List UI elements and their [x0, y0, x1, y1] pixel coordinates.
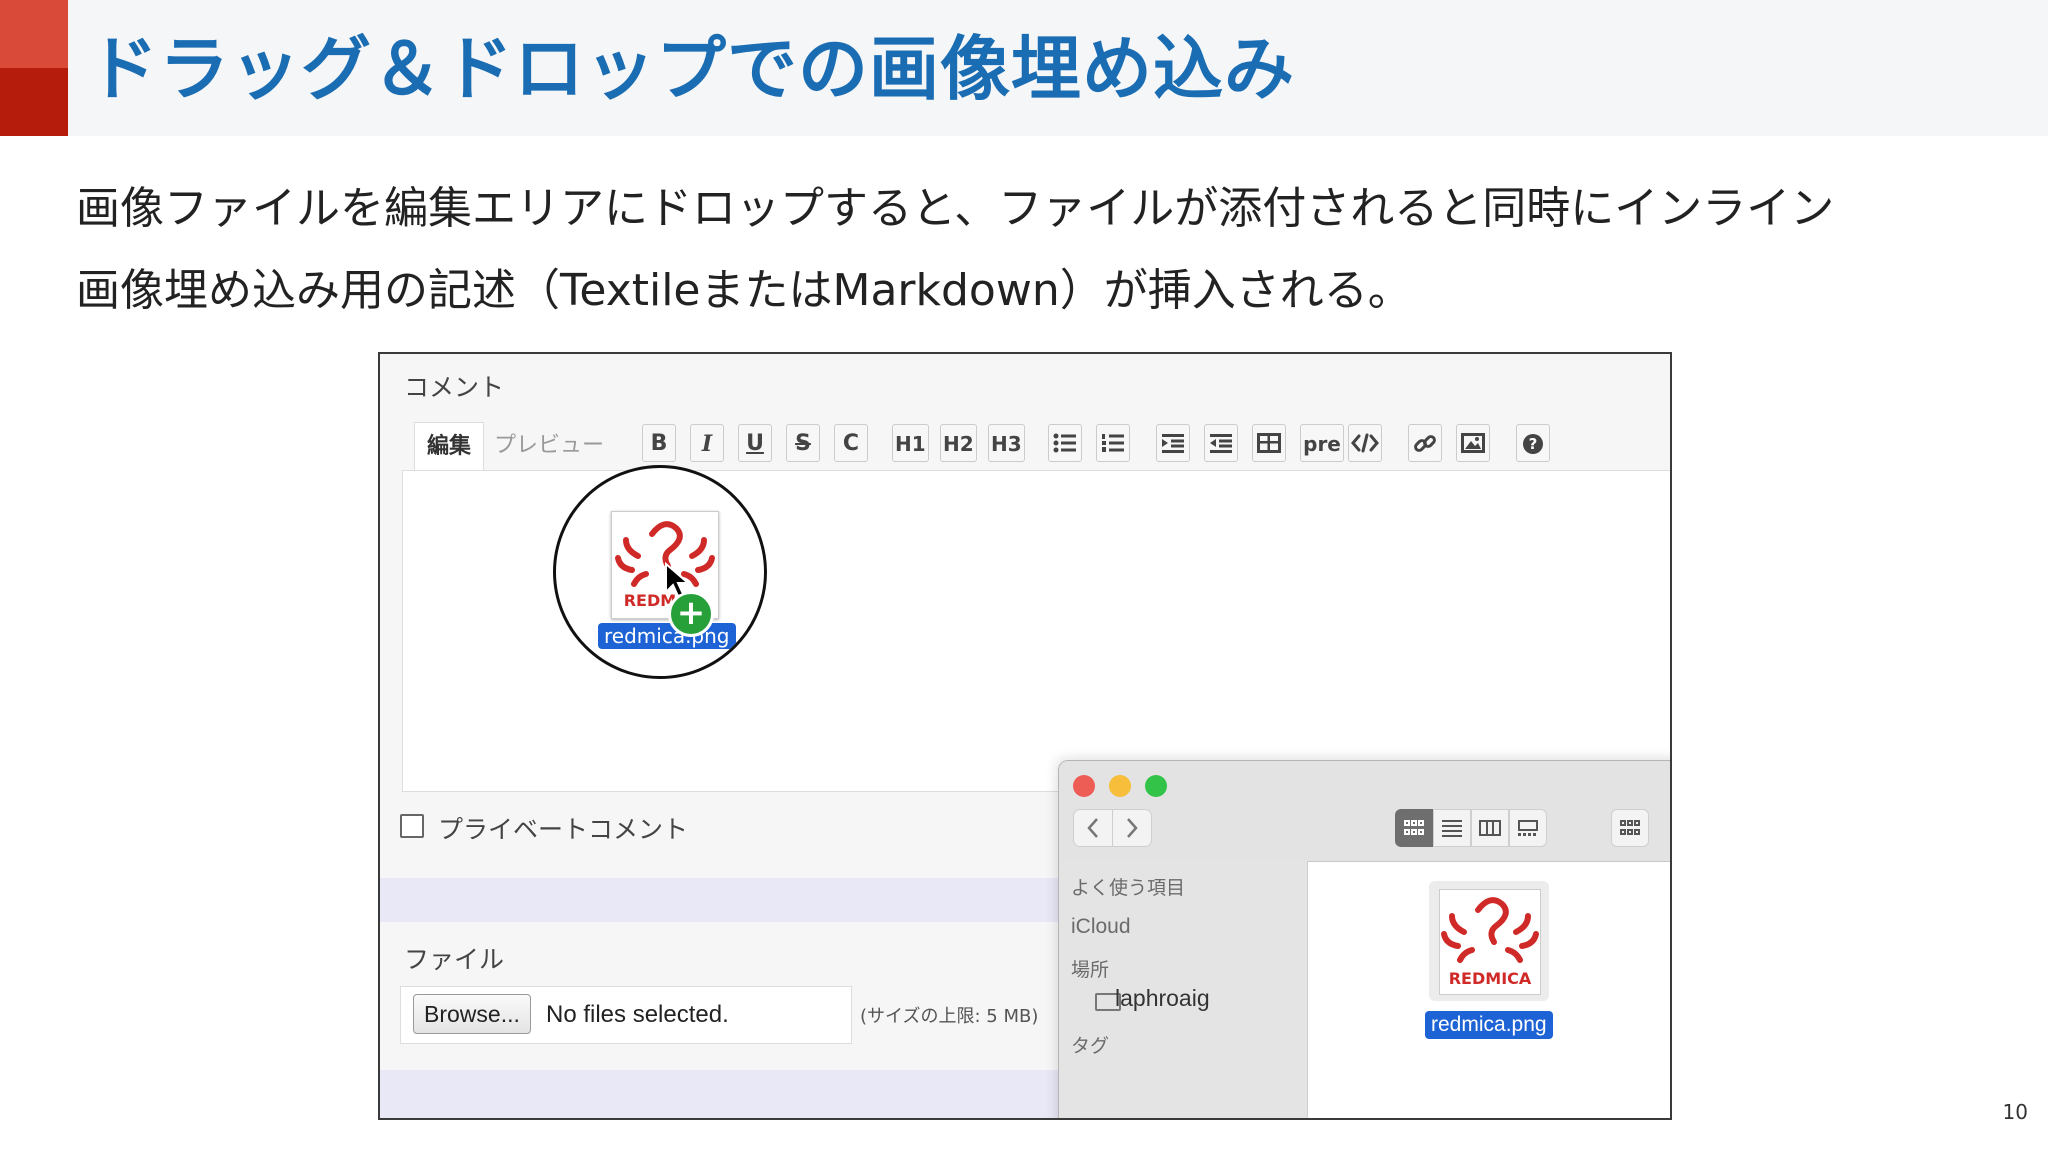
- h1-button[interactable]: H1: [892, 424, 929, 462]
- finder-window: よく使う項目 iCloud 場所 laphroaig タグ REDMICA re…: [1058, 760, 1670, 1118]
- code-block-icon: [1351, 433, 1379, 453]
- tab-edit[interactable]: 編集: [414, 422, 485, 471]
- back-button[interactable]: [1073, 809, 1113, 847]
- code-block-button[interactable]: [1348, 424, 1382, 462]
- slide-title: ドラッグ＆ドロップでの画像埋め込み: [88, 28, 1295, 110]
- image-button[interactable]: [1456, 424, 1490, 462]
- sidebar-tags-heading: タグ: [1071, 1035, 1110, 1057]
- link-button[interactable]: [1408, 424, 1442, 462]
- file-label: ファイル: [404, 945, 505, 974]
- close-window-button[interactable]: [1073, 775, 1095, 797]
- browse-button[interactable]: Browse...: [413, 994, 531, 1034]
- finder-toolbar: [1059, 761, 1670, 862]
- minimize-window-button[interactable]: [1109, 775, 1131, 797]
- file-input: Browse... No files selected.: [400, 986, 852, 1044]
- table-icon: [1257, 433, 1281, 453]
- finder-sidebar: よく使う項目 iCloud 場所 laphroaig タグ: [1059, 861, 1308, 1118]
- body-line-1: 画像ファイルを編集エリアにドロップすると、ファイルが添付されると同時にインライン: [76, 183, 1835, 234]
- underline-button[interactable]: U: [738, 424, 772, 462]
- slide-body: 画像ファイルを編集エリアにドロップすると、ファイルが添付されると同時にインライン…: [76, 168, 2016, 332]
- private-comment-label: プライベートコメント: [438, 815, 689, 844]
- list-view-button[interactable]: [1433, 809, 1471, 847]
- column-view-icon: [1479, 820, 1501, 836]
- redmine-screenshot: コメント 編集 プレビュー B I U S C H1 H2 H3 pre ? R…: [378, 352, 1672, 1120]
- page-number: 10: [2002, 1100, 2028, 1124]
- sidebar-locations-heading: 場所: [1071, 959, 1110, 981]
- group-view-button[interactable]: [1611, 809, 1649, 847]
- help-button[interactable]: ?: [1516, 424, 1550, 462]
- size-limit-text: (サイズの上限: 5 MB): [860, 1006, 1039, 1027]
- mouse-cursor-icon: [665, 562, 690, 598]
- indent-icon: [1162, 434, 1184, 453]
- strikethrough-button[interactable]: S: [786, 424, 820, 462]
- chevron-left-icon: [1087, 818, 1098, 838]
- unordered-list-button[interactable]: [1048, 424, 1082, 462]
- file-thumb-text: REDMICA: [1449, 969, 1532, 988]
- unordered-list-icon: [1053, 433, 1076, 453]
- sidebar-item-laphroaig[interactable]: laphroaig: [1115, 985, 1210, 1012]
- tab-preview[interactable]: プレビュー: [482, 422, 616, 470]
- h2-button[interactable]: H2: [940, 424, 977, 462]
- ordered-list-icon: [1102, 434, 1124, 452]
- column-view-button[interactable]: [1471, 809, 1509, 847]
- icon-view-button[interactable]: [1395, 809, 1433, 847]
- forward-button[interactable]: [1112, 809, 1152, 847]
- body-line-2: 画像埋め込み用の記述（TextileまたはMarkdown）が挿入される。: [76, 265, 1412, 316]
- inline-code-button[interactable]: C: [834, 424, 868, 462]
- italic-button[interactable]: I: [690, 424, 724, 462]
- group-view-icon: [1620, 820, 1640, 835]
- image-icon: [1461, 433, 1485, 453]
- ordered-list-button[interactable]: [1096, 424, 1130, 462]
- h3-button[interactable]: H3: [988, 424, 1025, 462]
- chevron-right-icon: [1127, 818, 1138, 838]
- table-button[interactable]: [1252, 424, 1286, 462]
- list-view-icon: [1442, 820, 1462, 837]
- private-comment-checkbox[interactable]: [400, 814, 424, 838]
- gallery-view-icon: [1518, 820, 1538, 836]
- file-item-name[interactable]: redmica.png: [1425, 1011, 1553, 1039]
- outdent-button[interactable]: [1204, 424, 1238, 462]
- bold-button[interactable]: B: [642, 424, 676, 462]
- indent-button[interactable]: [1156, 424, 1190, 462]
- zoom-window-button[interactable]: [1145, 775, 1167, 797]
- drag-magnifier: REDMICA redmica.png +: [553, 465, 767, 679]
- redmica-logo-icon: REDMICA: [1439, 889, 1541, 995]
- pre-button[interactable]: pre: [1300, 424, 1344, 462]
- no-files-text: No files selected.: [546, 1001, 729, 1028]
- sidebar-icloud-heading: iCloud: [1071, 915, 1131, 938]
- drag-file-name: redmica.png: [598, 623, 736, 649]
- outdent-icon: [1210, 434, 1232, 453]
- help-icon: ?: [1523, 434, 1543, 454]
- link-icon: [1414, 435, 1436, 452]
- sidebar-favorites-heading: よく使う項目: [1071, 877, 1186, 899]
- comment-label: コメント: [404, 373, 505, 402]
- slide-header: ドラッグ＆ドロップでの画像埋め込み: [0, 0, 2048, 136]
- gallery-view-button[interactable]: [1509, 809, 1547, 847]
- svg-text:?: ?: [1529, 435, 1538, 453]
- file-item-thumbnail[interactable]: REDMICA: [1429, 881, 1549, 1001]
- accent-block-bottom: [0, 68, 68, 136]
- accent-block-top: [0, 0, 68, 68]
- icon-view-icon: [1404, 820, 1424, 835]
